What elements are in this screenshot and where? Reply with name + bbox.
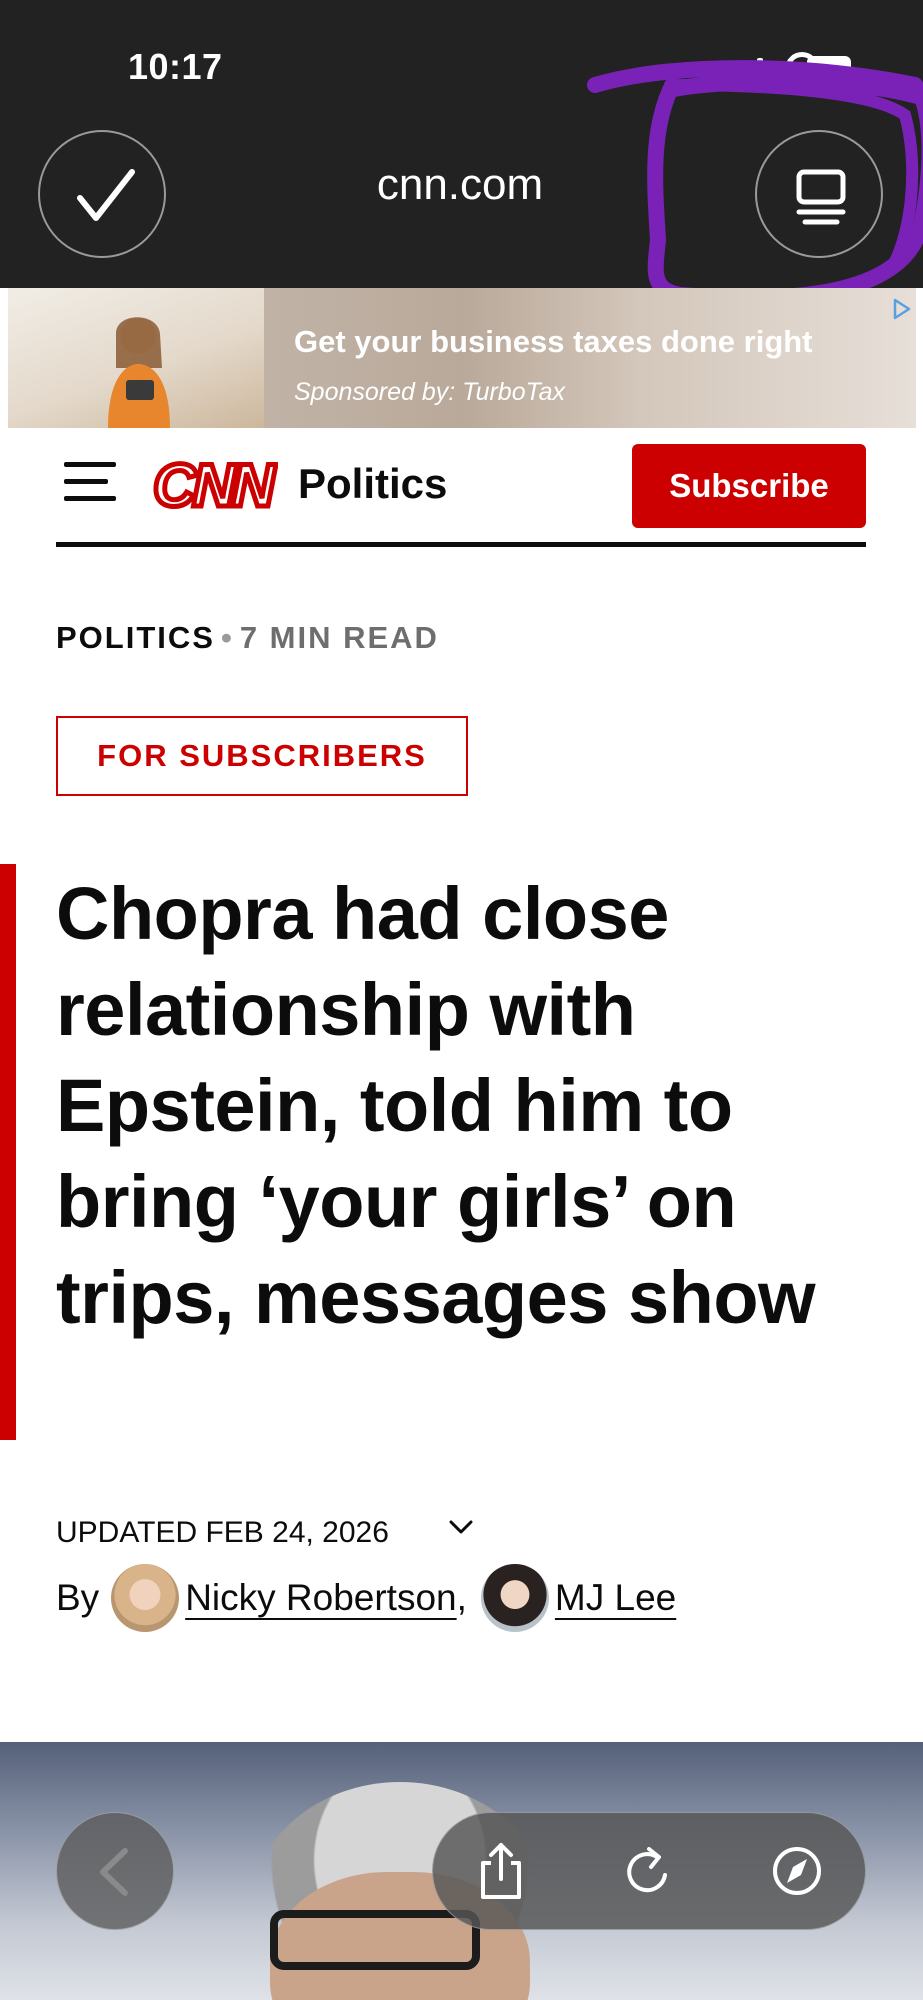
- header-divider: [56, 542, 866, 547]
- tab-overview-icon: [796, 169, 846, 225]
- subscribers-badge: FOR SUBSCRIBERS: [56, 716, 468, 796]
- status-time: 10:17: [128, 46, 223, 87]
- signal-icon: [737, 70, 743, 82]
- ad-image: [8, 288, 264, 428]
- browser-toolbar: [432, 1812, 866, 1930]
- hero-glasses: [270, 1910, 480, 1970]
- cnn-logo-text: CNN: [153, 452, 277, 518]
- byline: By Nicky Robertson , MJ Lee: [56, 1560, 676, 1636]
- share-icon[interactable]: [471, 1839, 531, 1903]
- subscribe-button[interactable]: Subscribe: [632, 444, 866, 528]
- ad-person-illustration: [108, 317, 170, 428]
- back-button[interactable]: [56, 1812, 174, 1930]
- url-field[interactable]: cnn.com: [260, 160, 660, 210]
- ad-headline[interactable]: Get your business taxes done right: [294, 324, 813, 360]
- kicker-dot: •: [220, 620, 234, 655]
- avatar[interactable]: [480, 1564, 549, 1632]
- read-time: 7 MIN READ: [239, 620, 439, 655]
- cnn-logo[interactable]: CNN: [146, 452, 279, 518]
- ad-banner[interactable]: Get your business taxes done right Spons…: [8, 288, 916, 428]
- author-link[interactable]: MJ Lee: [555, 1577, 676, 1619]
- chevron-down-icon[interactable]: [446, 1512, 476, 1542]
- avatar[interactable]: [111, 1564, 180, 1632]
- browser-top-bar: 10:17 cnn.com: [0, 0, 923, 288]
- author-separator: ,: [456, 1577, 467, 1618]
- checkmark-icon: [77, 169, 135, 221]
- done-button[interactable]: [38, 130, 166, 258]
- updated-date[interactable]: UPDATED FEB 24, 2026: [56, 1516, 389, 1550]
- chevron-left-icon: [100, 1848, 128, 1896]
- article-kicker: POLITICS • 7 MIN READ: [56, 620, 439, 656]
- author-link[interactable]: Nicky Robertson: [185, 1577, 456, 1619]
- menu-line: [64, 496, 116, 501]
- signal-bar: [747, 64, 753, 82]
- article-headline: Chopra had close relationship with Epste…: [56, 872, 816, 1339]
- status-icons: [737, 44, 851, 94]
- reload-icon[interactable]: [619, 1839, 679, 1903]
- compass-icon[interactable]: [767, 1839, 827, 1903]
- section-title[interactable]: Politics: [298, 460, 447, 508]
- tab-overview-button[interactable]: [755, 130, 883, 258]
- ad-sponsor: Sponsored by: TurboTax: [294, 378, 565, 406]
- menu-line: [64, 479, 108, 484]
- menu-line: [64, 462, 116, 467]
- hamburger-menu-icon[interactable]: [64, 462, 116, 502]
- article-category[interactable]: POLITICS: [56, 620, 215, 655]
- byline-prefix: By: [56, 1577, 100, 1618]
- signal-bar: [757, 58, 763, 82]
- adchoices-icon[interactable]: [888, 296, 914, 322]
- headline-accent-bar: [0, 864, 16, 1440]
- battery-icon: [807, 56, 851, 80]
